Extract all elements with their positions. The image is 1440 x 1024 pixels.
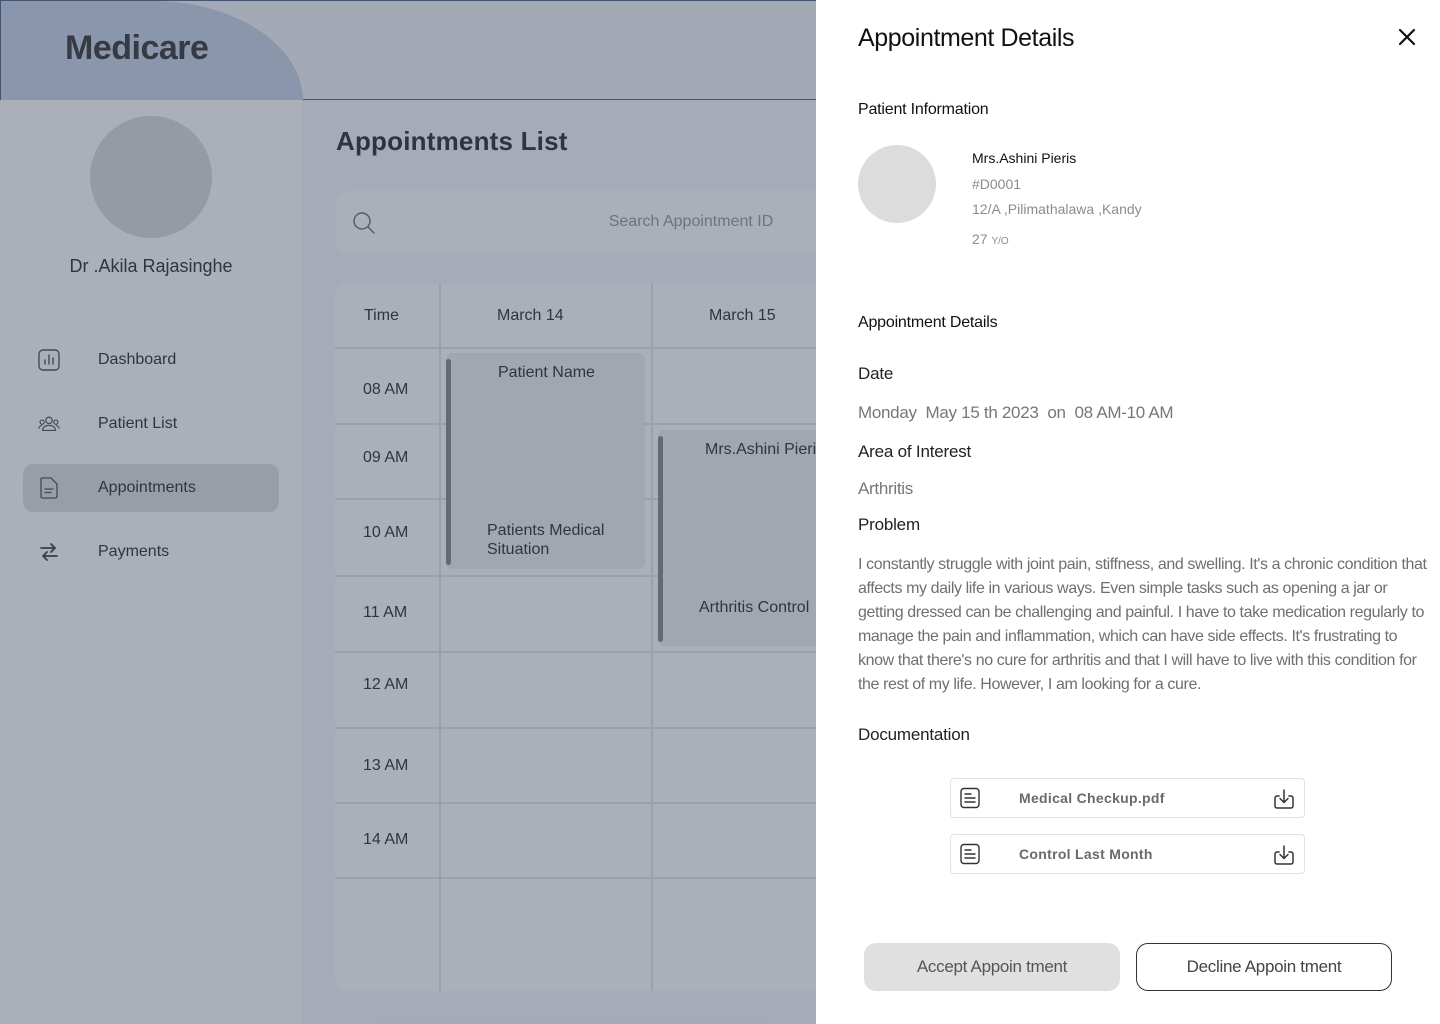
patient-id: #D0001 bbox=[972, 176, 1022, 192]
document-item[interactable]: Control Last Month bbox=[950, 834, 1305, 874]
documentation-label: Documentation bbox=[858, 725, 970, 744]
patient-age-value: 27 bbox=[972, 231, 988, 247]
download-icon[interactable] bbox=[1272, 843, 1296, 867]
close-icon[interactable] bbox=[1394, 24, 1420, 50]
problem-label: Problem bbox=[858, 515, 920, 534]
patient-address: 12/A ,Pilimathalawa ,Kandy bbox=[972, 201, 1142, 217]
patient-name: Mrs.Ashini Pieris bbox=[972, 150, 1077, 166]
decline-appointment-button[interactable]: Decline Appoin tment bbox=[1136, 943, 1392, 991]
area-of-interest-label: Area of Interest bbox=[858, 442, 972, 461]
patient-age: 27 Y/O bbox=[972, 231, 1009, 247]
accept-appointment-button[interactable]: Accept Appoin tment bbox=[864, 943, 1120, 991]
appointment-details-heading: Appointment Details bbox=[858, 314, 998, 331]
document-name: Medical Checkup.pdf bbox=[1019, 790, 1165, 806]
date-value: Monday May 15 th 2023 on 08 AM-10 AM bbox=[858, 403, 1174, 422]
problem-description: I constantly struggle with joint pain, s… bbox=[858, 556, 1427, 693]
file-text-icon bbox=[959, 843, 981, 865]
file-text-icon bbox=[959, 787, 981, 809]
document-item[interactable]: Medical Checkup.pdf bbox=[950, 778, 1305, 818]
panel-title: Appointment Details bbox=[858, 24, 1075, 52]
date-label: Date bbox=[858, 364, 894, 383]
area-of-interest-value: Arthritis bbox=[858, 479, 913, 498]
patient-info-heading: Patient Information bbox=[858, 101, 989, 118]
patient-avatar bbox=[858, 145, 936, 223]
appointment-details-panel: Appointment Details Patient Information … bbox=[816, 0, 1440, 1024]
patient-age-unit: Y/O bbox=[991, 236, 1009, 247]
download-icon[interactable] bbox=[1272, 787, 1296, 811]
document-name: Control Last Month bbox=[1019, 846, 1153, 862]
